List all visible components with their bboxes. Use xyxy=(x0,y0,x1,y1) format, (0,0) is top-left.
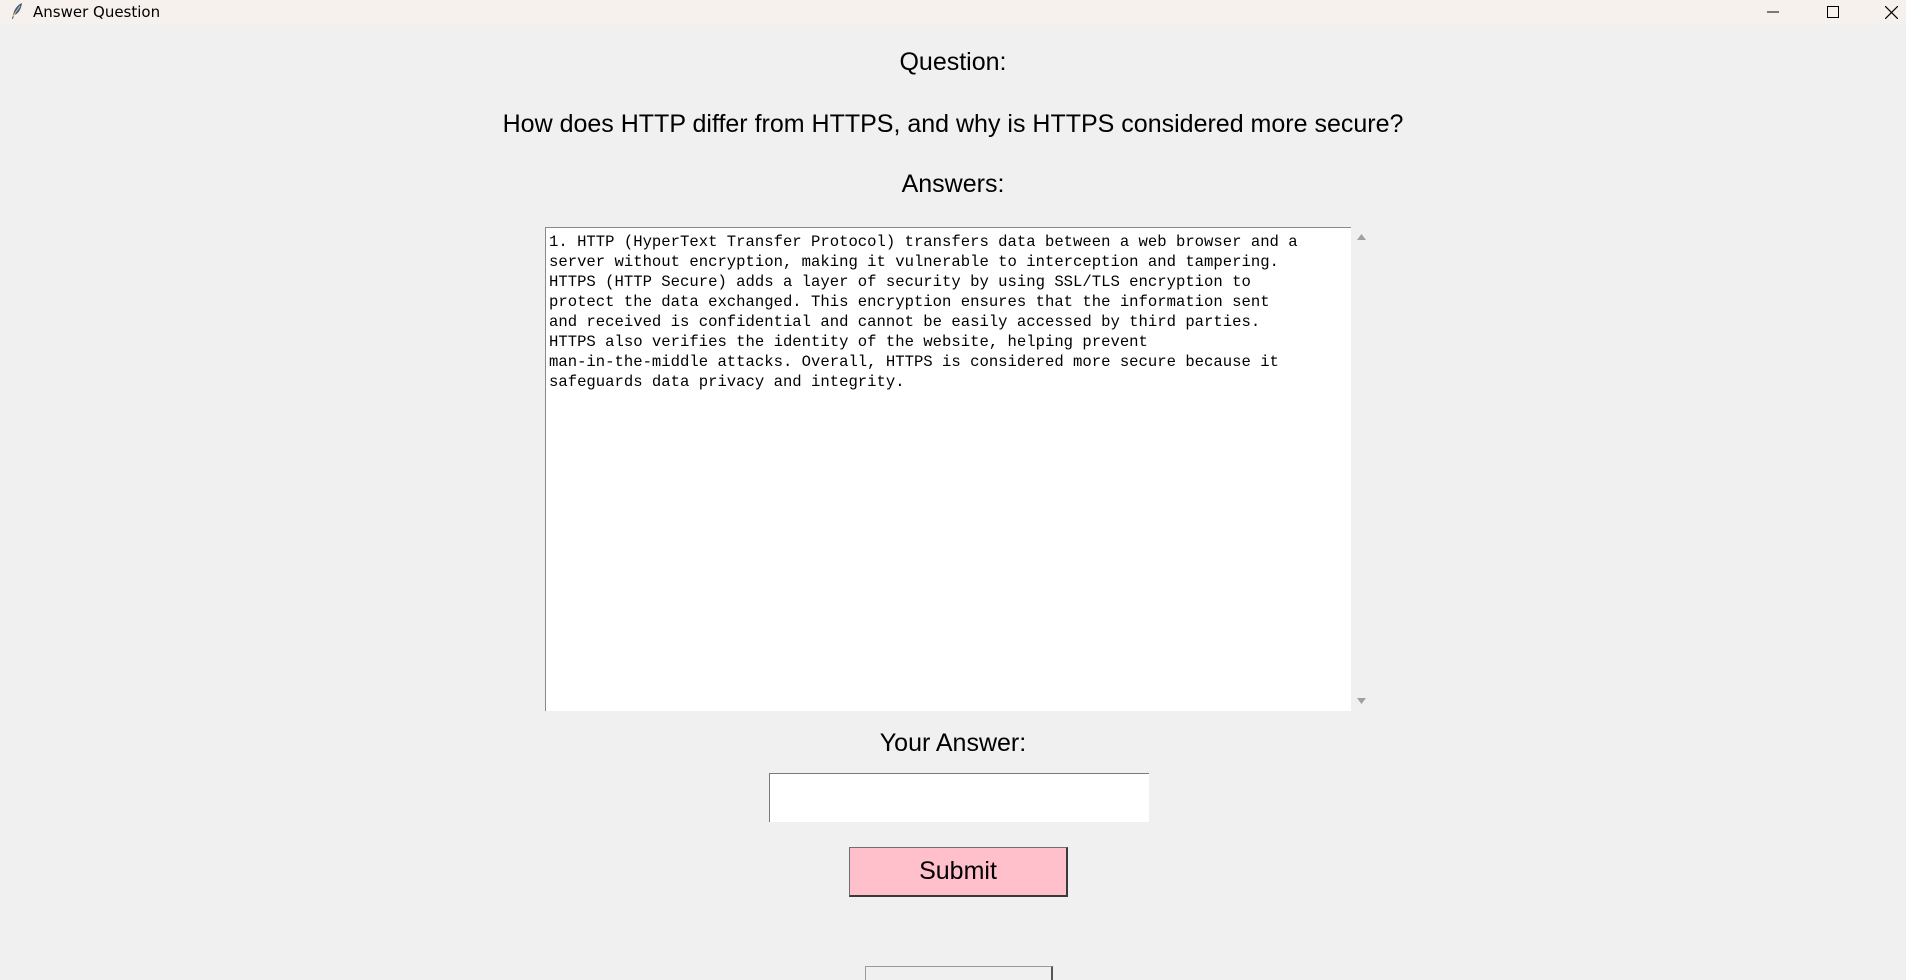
close-button[interactable] xyxy=(1868,0,1906,24)
answer-input[interactable] xyxy=(769,773,1149,822)
your-answer-heading: Your Answer: xyxy=(879,729,1027,757)
question-text: How does HTTP differ from HTTPS, and why… xyxy=(502,110,1404,138)
answers-content: 1. HTTP (HyperText Transfer Protocol) tr… xyxy=(549,233,1298,391)
close-icon xyxy=(1884,5,1898,19)
answers-scrollbar[interactable] xyxy=(1351,227,1372,711)
partially-visible-button[interactable] xyxy=(865,966,1053,980)
question-heading: Question: xyxy=(899,48,1007,76)
answers-text-area[interactable]: 1. HTTP (HyperText Transfer Protocol) tr… xyxy=(545,227,1351,711)
window-title: Answer Question xyxy=(33,3,161,21)
submit-button[interactable]: Submit xyxy=(849,847,1068,897)
feather-icon xyxy=(12,3,22,19)
maximize-icon xyxy=(1827,6,1839,18)
minimize-icon xyxy=(1767,11,1779,13)
answers-heading: Answers: xyxy=(901,170,1005,198)
maximize-button[interactable] xyxy=(1810,0,1856,24)
minimize-button[interactable] xyxy=(1750,0,1796,24)
scroll-down-arrow-icon[interactable] xyxy=(1356,697,1367,705)
title-bar[interactable]: Answer Question xyxy=(0,0,1906,24)
scroll-up-arrow-icon[interactable] xyxy=(1356,233,1367,241)
